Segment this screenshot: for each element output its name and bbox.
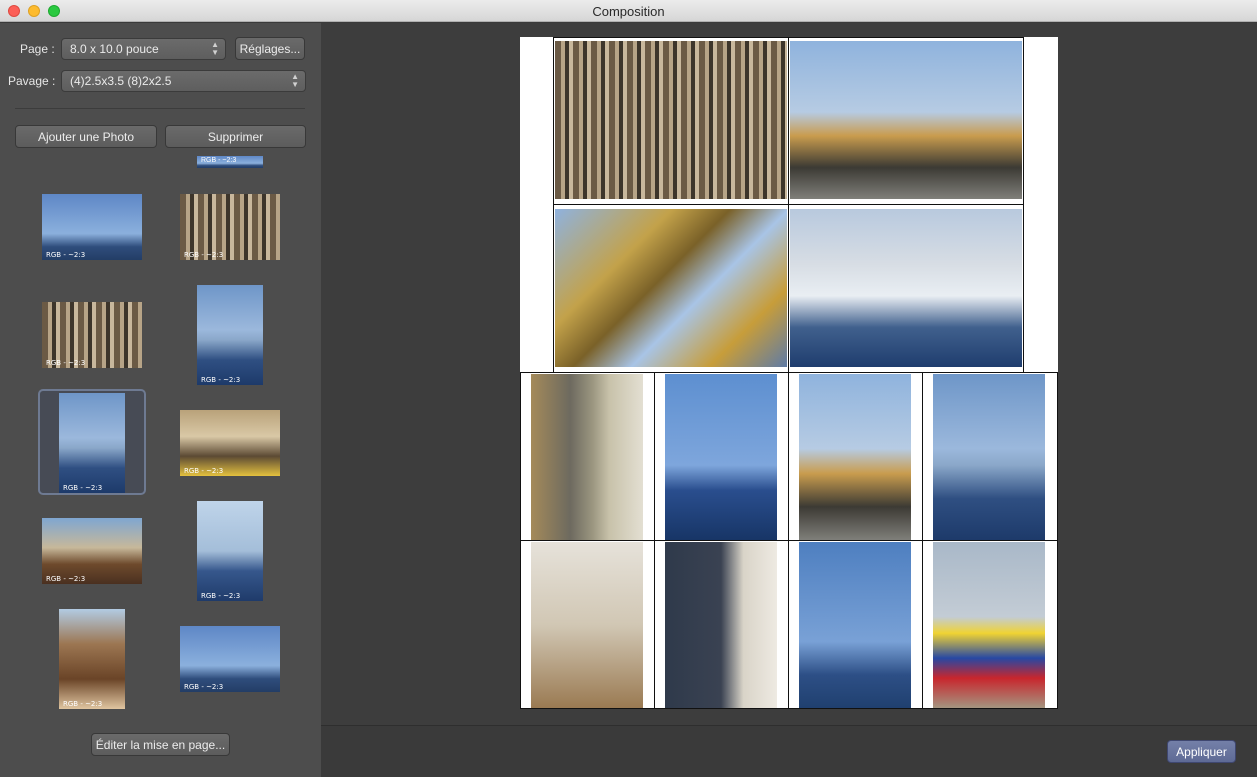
separator [15, 108, 305, 109]
thumbnail-photo [197, 501, 263, 601]
photo-slot[interactable] [553, 204, 789, 373]
thumbnail-tag: RGB - ~2:3 [46, 359, 86, 367]
photo-slot[interactable] [788, 372, 923, 541]
thumbnail-selected[interactable]: RGB - ~2:3 [59, 393, 125, 493]
thumbnail-photo [197, 285, 263, 385]
print-page [520, 37, 1058, 709]
tiling-select[interactable]: (4)2.5x3.5 (8)2x2.5 ▲ ▼ [61, 70, 306, 92]
tiling-value: (4)2.5x3.5 (8)2x2.5 [70, 74, 172, 88]
thumbnail-tag: RGB - ~2:3 [184, 251, 224, 259]
photo-slot[interactable] [520, 540, 655, 709]
thumbnail-tag: RGB - ~2:3 [63, 484, 103, 492]
thumbnail-tag: RGB - ~2:3 [184, 467, 224, 475]
photo [790, 41, 1022, 199]
footer-bar: Appliquer [321, 725, 1257, 777]
thumbnail-tag: RGB - ~2:3 [63, 700, 103, 708]
photo [665, 374, 777, 540]
photo-slot[interactable] [654, 540, 789, 709]
photo [799, 374, 911, 540]
settings-button[interactable]: Réglages... [235, 37, 305, 60]
thumbnail[interactable]: RGB - ~2:3 [197, 501, 263, 601]
thumbnail[interactable]: RGB - ~2:3 [42, 194, 142, 260]
photo [531, 542, 643, 708]
photo-slot[interactable] [553, 37, 789, 205]
page-size-value: 8.0 x 10.0 pouce [70, 42, 159, 56]
photo [555, 209, 787, 367]
thumbnail[interactable]: RGB - ~2:3 [42, 518, 142, 584]
thumbnail-tag: RGB - ~2:3 [46, 251, 86, 259]
composition-window: Composition Page : 8.0 x 10.0 pouce ▲ ▼ R… [0, 0, 1257, 777]
thumbnail-photo [59, 609, 125, 709]
thumbnail[interactable]: RGB - ~2:3 [59, 609, 125, 709]
photo-slot[interactable] [922, 372, 1058, 541]
thumbnail-tag: RGB - ~2:3 [46, 575, 86, 583]
select-arrows-icon: ▲ ▼ [291, 72, 299, 89]
photo-slot[interactable] [788, 204, 1024, 373]
thumbnail[interactable]: RGB - ~2:3 [180, 626, 280, 692]
thumbnail[interactable]: RGB - ~2:3 [42, 302, 142, 368]
photo [665, 542, 777, 708]
thumbnail[interactable]: RGB - ~2:3 [197, 285, 263, 385]
thumbnail-list: RGB - ~2:3 RGB - ~2:3 RGB - ~2:3 RGB - ~… [0, 153, 321, 713]
window-title: Composition [592, 4, 665, 19]
photo [799, 542, 911, 708]
page-size-select[interactable]: 8.0 x 10.0 pouce ▲ ▼ [61, 38, 226, 60]
photo [790, 209, 1022, 367]
thumbnail-photo [59, 393, 125, 493]
photo-slot[interactable] [654, 372, 789, 541]
add-photo-button[interactable]: Ajouter une Photo [15, 125, 157, 148]
apply-button[interactable]: Appliquer [1167, 740, 1236, 763]
select-arrows-icon: ▲ ▼ [211, 40, 219, 57]
page-label: Page : [20, 42, 55, 56]
sidebar: Page : 8.0 x 10.0 pouce ▲ ▼ Réglages... P… [0, 23, 321, 777]
thumbnail[interactable]: RGB - ~2:3 [180, 194, 280, 260]
thumbnail-tag: RGB - ~2:3 [201, 592, 241, 600]
thumbnail-tag: RGB - ~2:3 [201, 376, 241, 384]
photo [933, 374, 1045, 540]
photo [933, 542, 1045, 708]
photo-slot[interactable] [520, 372, 655, 541]
tiling-label: Pavage : [8, 74, 56, 88]
photo-slot[interactable] [788, 37, 1024, 205]
title-bar: Composition [0, 0, 1257, 22]
delete-button[interactable]: Supprimer [165, 125, 306, 148]
photo-slot[interactable] [922, 540, 1058, 709]
layout-canvas [321, 23, 1257, 725]
photo-slot[interactable] [788, 540, 923, 709]
thumbnail-tag: RGB - ~2:3 [184, 683, 224, 691]
photo [555, 41, 787, 199]
thumbnail[interactable]: RGB - ~2:3 [180, 410, 280, 476]
edit-layout-button[interactable]: Éditer la mise en page... [91, 733, 230, 756]
photo [531, 374, 643, 540]
